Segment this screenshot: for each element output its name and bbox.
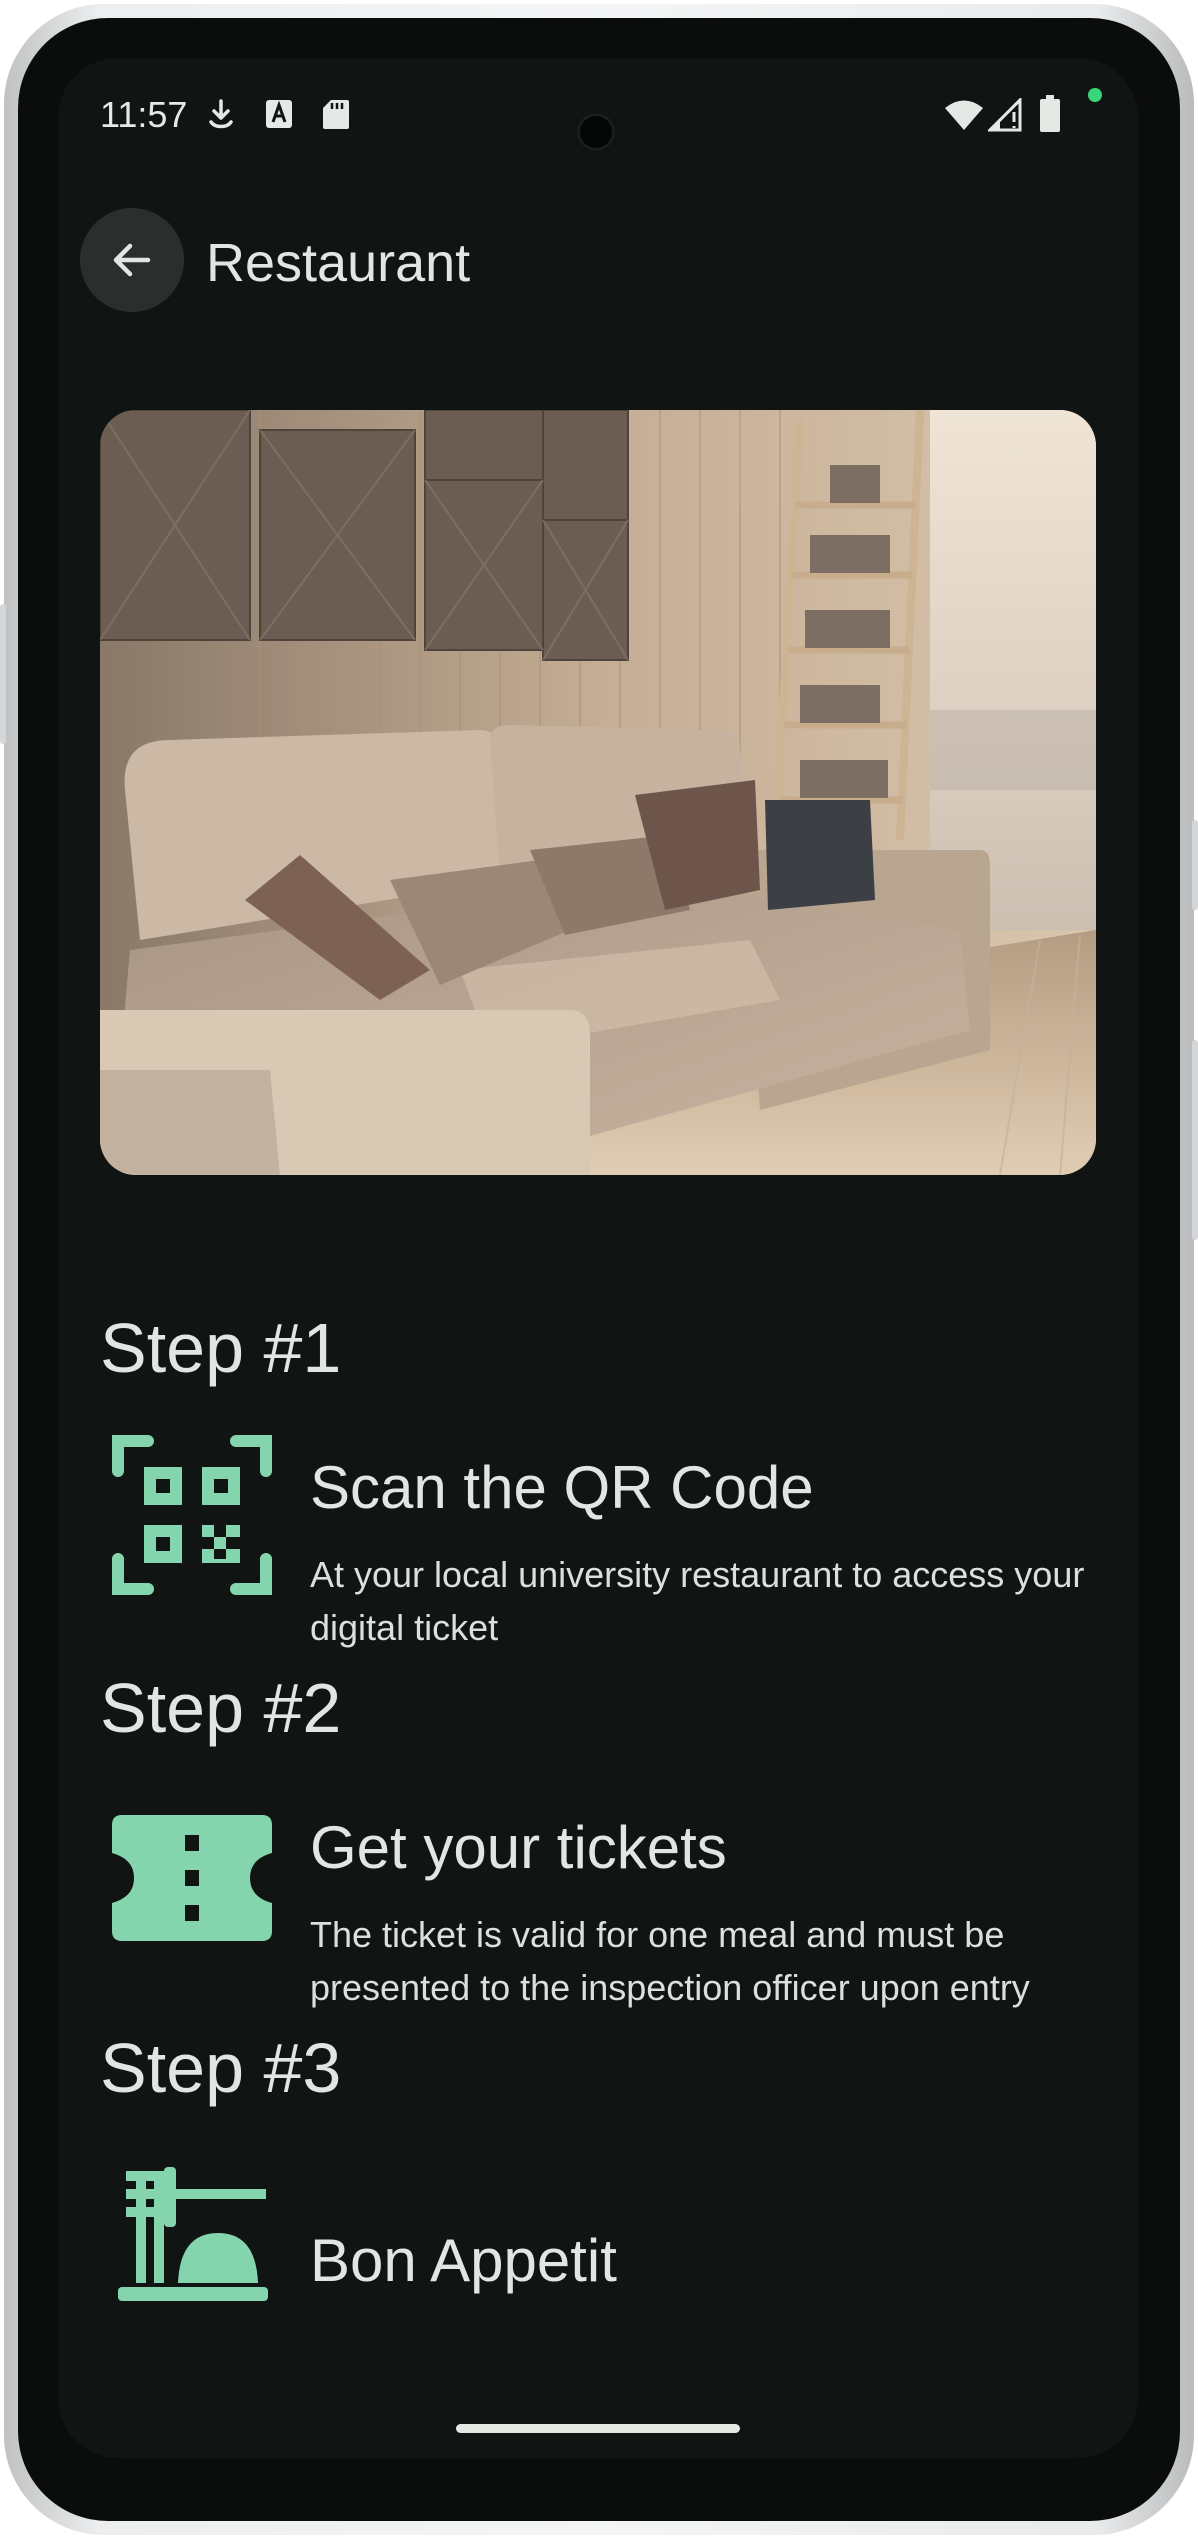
living-room-photo <box>100 410 1096 1175</box>
step-2-heading: Step #2 <box>100 1669 342 1747</box>
ticket-icon <box>112 1815 272 1941</box>
step-2-description: The ticket is valid for one meal and mus… <box>310 1914 1030 2008</box>
step-2-title: Get your tickets <box>310 1814 727 1881</box>
status-bar: 11:57 <box>58 58 1138 178</box>
qr-code-icon <box>112 1435 272 1595</box>
food-service-icon <box>118 2167 268 2301</box>
hero-image <box>100 410 1096 1175</box>
back-button[interactable] <box>80 208 184 312</box>
step-1-title: Scan the QR Code <box>310 1454 814 1521</box>
status-time: 11:57 <box>100 94 188 135</box>
step-1-description: At your local university restaurant to a… <box>310 1554 1085 1648</box>
volume-button <box>0 604 6 744</box>
home-indicator[interactable] <box>456 2424 740 2433</box>
arrow-left-icon <box>113 243 151 277</box>
step-3-heading: Step #3 <box>100 2029 342 2107</box>
battery-icon <box>1040 95 1060 132</box>
volume-rocker <box>1192 1040 1198 1240</box>
step-3-title: Bon Appetit <box>310 2227 617 2294</box>
power-button <box>1192 820 1198 910</box>
download-icon <box>209 99 233 129</box>
text-a-icon <box>266 100 292 128</box>
screen: 11:57 Restaurant Step #1 Scan the QR Cod… <box>58 58 1138 2458</box>
step-1-heading: Step #1 <box>100 1309 342 1387</box>
sd-card-icon <box>323 100 349 129</box>
top-app-bar: Restaurant <box>58 208 1138 318</box>
front-camera <box>577 113 615 151</box>
wifi-icon <box>945 100 983 130</box>
page-title: Restaurant <box>206 233 471 293</box>
signal-icon <box>988 98 1022 132</box>
privacy-indicator <box>1088 88 1102 102</box>
